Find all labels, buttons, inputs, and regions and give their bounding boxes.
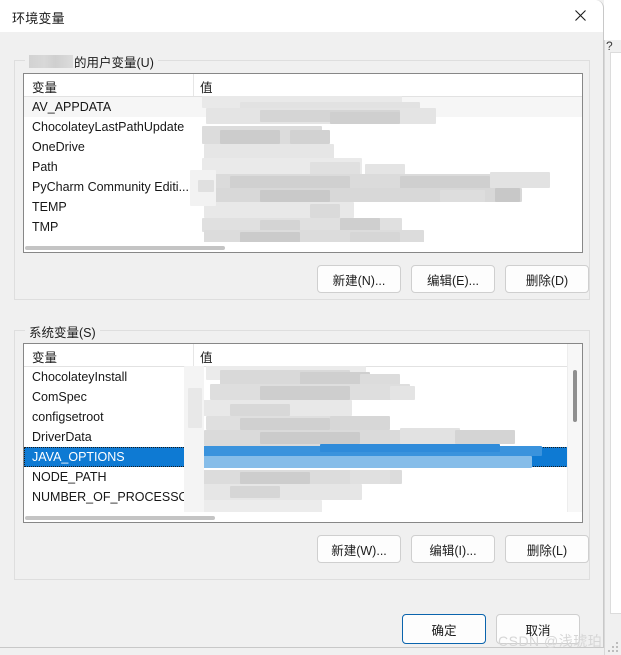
user-list-hscrollbar[interactable] (24, 242, 582, 252)
variable-name: PyCharm Community Editi... (32, 180, 189, 194)
table-row[interactable]: TMP (24, 217, 582, 237)
table-row[interactable]: Path (24, 157, 582, 177)
environment-variables-screen: ? 环境变量 的用户变量(U) 变量 值 AV_APPDATA Chocolat… (0, 0, 621, 655)
dialog-titlebar[interactable]: 环境变量 (0, 0, 603, 32)
system-variables-group: 系统变量(S) 变量 值 ChocolateyInstall ComSpec con… (14, 322, 590, 580)
dialog-title: 环境变量 (12, 11, 65, 26)
variable-name: ComSpec (32, 390, 87, 404)
help-icon[interactable]: ? (606, 40, 613, 52)
user-new-button[interactable]: 新建(N)... (317, 265, 401, 293)
background-window-titlebar (604, 0, 621, 40)
close-icon[interactable] (557, 0, 603, 31)
table-row[interactable]: ChocolateyInstall (24, 367, 582, 387)
system-list-hscrollbar[interactable] (24, 512, 582, 522)
variable-name: DriverData (32, 430, 92, 444)
user-list-hscroll-thumb[interactable] (25, 246, 225, 250)
user-list-header: 变量 值 (24, 74, 582, 97)
table-row[interactable]: PyCharm Community Editi... (24, 177, 582, 197)
variable-name: Path (32, 160, 58, 174)
variable-name: configsetroot (32, 410, 104, 424)
table-row[interactable]: JAVA_OPTIONS (24, 447, 582, 467)
user-variables-group: 的用户变量(U) 变量 值 AV_APPDATA ChocolateyLastPa… (14, 52, 590, 300)
system-list-header: 变量 值 (24, 344, 582, 367)
table-row[interactable]: TEMP (24, 197, 582, 217)
user-column-variable[interactable]: 变量 (32, 77, 57, 96)
masked-username (29, 55, 73, 68)
system-edit-button[interactable]: 编辑(I)... (411, 535, 495, 563)
user-list-rows: AV_APPDATA ChocolateyLastPathUpdate OneDri… (24, 97, 582, 237)
user-variables-legend: 的用户变量(U) (25, 52, 158, 71)
ok-button[interactable]: 确定 (402, 614, 486, 644)
variable-name: AV_APPDATA (32, 100, 112, 114)
table-row[interactable]: AV_APPDATA (24, 97, 582, 117)
system-delete-button[interactable]: 删除(L) (505, 535, 589, 563)
table-row[interactable]: NODE_PATH (24, 467, 582, 487)
system-variables-list[interactable]: 变量 值 ChocolateyInstall ComSpec configsetro… (23, 343, 583, 523)
user-variables-legend-text: 的用户变量(U) (74, 56, 154, 70)
system-variables-legend: 系统变量(S) (25, 322, 100, 341)
system-list-hscroll-thumb[interactable] (25, 516, 215, 520)
variable-name: ChocolateyLastPathUpdate (32, 120, 185, 134)
table-row[interactable]: NUMBER_OF_PROCESSORS (24, 487, 582, 507)
system-list-rows: ChocolateyInstall ComSpec configsetroot Dri… (24, 367, 582, 507)
watermark: CSDN @浅琥珀 (498, 633, 603, 649)
system-new-button[interactable]: 新建(W)... (317, 535, 401, 563)
variable-name: OneDrive (32, 140, 85, 154)
resize-grip[interactable] (608, 642, 618, 652)
variable-name: JAVA_OPTIONS (32, 450, 125, 464)
system-column-value[interactable]: 值 (200, 347, 213, 366)
environment-variables-dialog: 环境变量 的用户变量(U) 变量 值 AV_APPDATA Chocolatey… (0, 0, 604, 648)
variable-name: TMP (32, 220, 59, 234)
variable-name: NODE_PATH (32, 470, 107, 484)
variable-name: ChocolateyInstall (32, 370, 128, 384)
variable-name: TEMP (32, 200, 67, 214)
system-list-vscroll-thumb[interactable] (573, 370, 577, 422)
user-column-divider[interactable] (193, 74, 194, 96)
dialog-body: 的用户变量(U) 变量 值 AV_APPDATA ChocolateyLastPa… (0, 32, 603, 647)
table-row[interactable]: DriverData (24, 427, 582, 447)
user-edit-button[interactable]: 编辑(E)... (411, 265, 495, 293)
system-list-vscrollbar[interactable] (567, 344, 582, 522)
system-column-variable[interactable]: 变量 (32, 347, 57, 366)
variable-name: NUMBER_OF_PROCESSORS (32, 490, 206, 504)
background-window-content (610, 52, 621, 614)
table-row[interactable]: configsetroot (24, 407, 582, 427)
table-row[interactable]: ChocolateyLastPathUpdate (24, 117, 582, 137)
user-column-value[interactable]: 值 (200, 77, 213, 96)
table-row[interactable]: OneDrive (24, 137, 582, 157)
system-column-divider[interactable] (193, 344, 194, 366)
table-row[interactable]: ComSpec (24, 387, 582, 407)
user-variables-list[interactable]: 变量 值 AV_APPDATA ChocolateyLastPathUpdate O… (23, 73, 583, 253)
user-delete-button[interactable]: 删除(D) (505, 265, 589, 293)
